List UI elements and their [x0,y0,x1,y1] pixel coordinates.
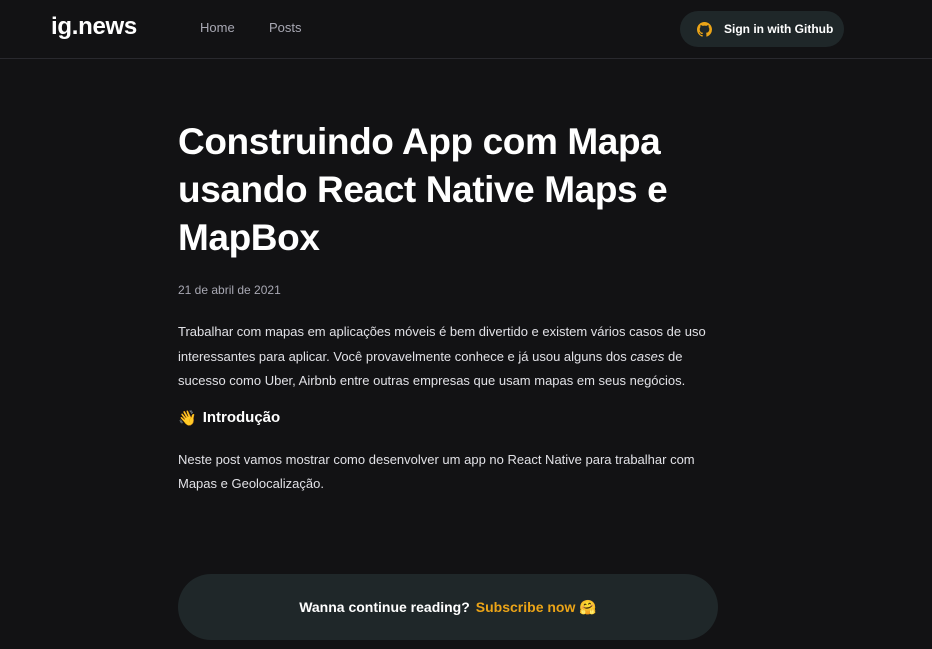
paragraph-text: Trabalhar com mapas em aplicações móveis… [178,324,706,364]
post-date: 21 de abril de 2021 [178,283,281,297]
post-paragraph-section: Neste post vamos mostrar como desenvolve… [178,451,695,492]
post-title: Construindo App com Mapa usando React Na… [178,121,668,258]
site-logo[interactable]: ig.news [51,13,137,41]
waving-hand-icon: 👋 [178,409,197,427]
post-paragraph-intro: Trabalhar com mapas em aplicações móveis… [178,320,718,394]
github-icon [697,21,712,37]
continue-reading-text: Wanna continue reading? [299,599,470,615]
subscribe-now-link[interactable]: Subscribe now [476,599,576,615]
post-article: Construindo App com Mapa usando React Na… [178,118,738,497]
site-header: ig.news Home Posts Sign in with Github [0,0,932,59]
continue-reading-banner: Wanna continue reading? Subscribe now 🤗 [178,574,718,640]
paragraph-emphasis: cases [630,348,665,364]
section-heading: 👋 Introdução [178,409,738,427]
section-heading-text: Introdução [202,409,281,426]
hugging-face-icon: 🤗 [579,598,597,615]
sign-in-github-button[interactable]: Sign in with Github [680,11,844,47]
sign-in-label: Sign in with Github [724,22,834,36]
nav-link-home[interactable]: Home [200,20,235,35]
nav-link-posts[interactable]: Posts [269,20,302,35]
